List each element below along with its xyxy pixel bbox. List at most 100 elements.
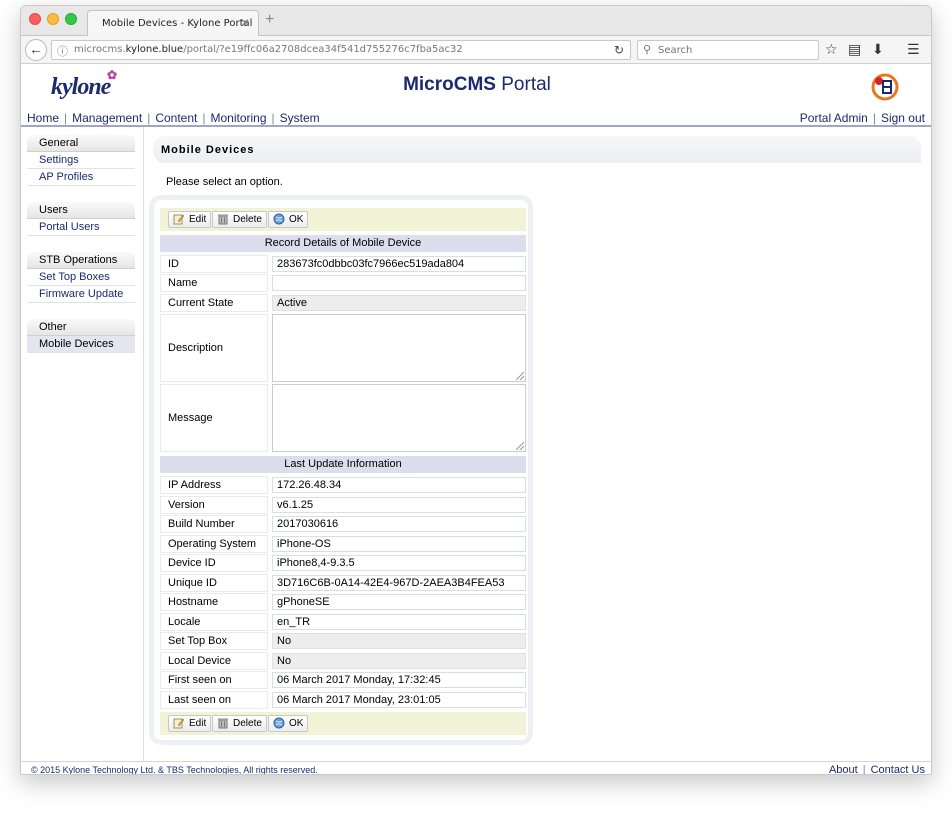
ok-button[interactable]: OK xyxy=(268,715,309,732)
field-message: Message xyxy=(160,384,526,452)
ok-button[interactable]: OK xyxy=(268,211,309,228)
delete-button[interactable]: Delete xyxy=(212,211,267,228)
tbs-logo-icon xyxy=(871,73,899,101)
new-tab-button[interactable]: + xyxy=(265,11,274,29)
menu-management[interactable]: Management xyxy=(72,111,142,125)
record-panel: Edit Delete OK Record Details of Mobile … xyxy=(149,195,533,745)
update-row: Hostname gPhoneSE xyxy=(160,593,526,611)
reading-list-icon[interactable]: ▤ xyxy=(848,41,861,58)
update-row: Operating System iPhone-OS xyxy=(160,535,526,553)
name-field[interactable] xyxy=(272,275,526,291)
field-label: Current State xyxy=(160,294,268,312)
tab-close-icon[interactable]: ✕ xyxy=(240,16,250,30)
sidebar-group-title: General xyxy=(27,135,135,152)
update-row: Set Top Box No xyxy=(160,632,526,650)
field-value[interactable]: iPhone-OS xyxy=(272,536,526,552)
sidebar-item-portal-users[interactable]: Portal Users xyxy=(27,219,135,236)
edit-button[interactable]: Edit xyxy=(168,211,212,228)
search-box[interactable]: ⚲ xyxy=(637,40,819,60)
field-value[interactable]: 3D716C6B-0A14-42E4-967D-2AEA3B4FEA53 xyxy=(272,575,526,591)
field-value[interactable]: 2017030616 xyxy=(272,516,526,532)
field-name: Name xyxy=(160,274,526,292)
field-value[interactable]: 172.26.48.34 xyxy=(272,477,526,493)
field-description: Description xyxy=(160,314,526,382)
sidebar-group-title: STB Operations xyxy=(27,252,135,269)
sidebar-item-set-top-boxes[interactable]: Set Top Boxes xyxy=(27,269,135,286)
field-label: Message xyxy=(160,384,268,452)
field-value[interactable]: 06 March 2017 Monday, 23:01:05 xyxy=(272,692,526,708)
sidebar-item-ap-profiles[interactable]: AP Profiles xyxy=(27,169,135,186)
browser-titlebar: Mobile Devices - Kylone Portal ✕ + xyxy=(21,6,931,37)
sidebar-group-stb-operations: STB Operations Set Top Boxes Firmware Up… xyxy=(27,252,135,303)
menu-home[interactable]: Home xyxy=(27,111,59,125)
edit-button-label: Edit xyxy=(189,718,207,729)
sidebar-group-title: Users xyxy=(27,202,135,219)
sidebar: General Settings AP Profiles Users Porta… xyxy=(27,135,135,369)
update-row: Version v6.1.25 xyxy=(160,496,526,514)
update-row: Unique ID 3D716C6B-0A14-42E4-967D-2AEA3B4… xyxy=(160,574,526,592)
update-row: Last seen on 06 March 2017 Monday, 23:01:… xyxy=(160,691,526,709)
field-label: Build Number xyxy=(160,515,268,533)
main-menu-right: Portal Admin | Sign out xyxy=(799,111,925,125)
id-field[interactable]: 283673fc0dbbc03fc7966ec519ada804 xyxy=(272,256,526,272)
resize-grip-icon[interactable] xyxy=(516,442,524,450)
bookmark-star-icon[interactable]: ☆ xyxy=(825,41,838,58)
resize-grip-icon[interactable] xyxy=(516,372,524,380)
zoom-window-button[interactable] xyxy=(65,13,77,25)
url-text[interactable]: microcms.kylone.blue/portal/?e19ffc06a27… xyxy=(74,44,463,55)
field-label: Locale xyxy=(160,613,268,631)
search-input[interactable] xyxy=(658,43,808,57)
field-label: Description xyxy=(160,314,268,382)
reload-icon[interactable]: ↻ xyxy=(614,43,624,57)
field-value[interactable]: en_TR xyxy=(272,614,526,630)
update-row: Local Device No xyxy=(160,652,526,670)
ok-button-label: OK xyxy=(289,718,304,729)
field-value: No xyxy=(272,653,526,669)
globe-icon xyxy=(273,213,285,225)
menu-monitoring[interactable]: Monitoring xyxy=(210,111,266,125)
field-current-state: Current State Active xyxy=(160,294,526,312)
ok-button-label: OK xyxy=(289,214,304,225)
contact-link[interactable]: Contact Us xyxy=(871,764,925,774)
update-row: Device ID iPhone8,4-9.3.5 xyxy=(160,554,526,572)
browser-tab[interactable]: Mobile Devices - Kylone Portal ✕ xyxy=(87,10,259,37)
sidebar-item-mobile-devices[interactable]: Mobile Devices xyxy=(27,336,135,353)
message-textarea[interactable] xyxy=(272,384,526,452)
portal-footer: © 2015 Kylone Technology Ltd. & TBS Tech… xyxy=(21,761,931,775)
delete-button[interactable]: Delete xyxy=(212,715,267,732)
select-option-message: Please select an option. xyxy=(166,176,283,188)
menu-content[interactable]: Content xyxy=(155,111,197,125)
field-value[interactable]: gPhoneSE xyxy=(272,594,526,610)
footer-links: About | Contact Us xyxy=(828,764,925,775)
field-value[interactable]: 06 March 2017 Monday, 17:32:45 xyxy=(272,672,526,688)
menu-hamburger-icon[interactable]: ☰ xyxy=(907,41,920,58)
sidebar-divider xyxy=(143,127,144,767)
field-label: Hostname xyxy=(160,593,268,611)
download-icon[interactable]: ⬇ xyxy=(872,41,884,58)
sidebar-group-title: Other xyxy=(27,319,135,336)
field-value[interactable]: v6.1.25 xyxy=(272,497,526,513)
field-label: Set Top Box xyxy=(160,632,268,650)
minimize-window-button[interactable] xyxy=(47,13,59,25)
update-row: IP Address 172.26.48.34 xyxy=(160,476,526,494)
menu-portal-admin[interactable]: Portal Admin xyxy=(800,111,868,125)
close-window-button[interactable] xyxy=(29,13,41,25)
about-link[interactable]: About xyxy=(829,764,858,774)
back-button[interactable]: ← xyxy=(25,39,47,61)
edit-button[interactable]: Edit xyxy=(168,715,212,732)
sidebar-group-users: Users Portal Users xyxy=(27,202,135,236)
info-icon[interactable]: ⓘ xyxy=(57,43,68,59)
address-bar[interactable]: ⓘ microcms.kylone.blue/portal/?e19ffc06a… xyxy=(51,40,631,60)
sidebar-item-settings[interactable]: Settings xyxy=(27,152,135,169)
field-label: IP Address xyxy=(160,476,268,494)
description-textarea[interactable] xyxy=(272,314,526,382)
menu-system[interactable]: System xyxy=(280,111,320,125)
main-menu-left: Home | Management | Content | Monitoring | Syste… xyxy=(27,111,320,125)
portal-page: kylone ✿ MicroCMS Portal Home | Management… xyxy=(21,64,931,775)
sidebar-item-firmware-update[interactable]: Firmware Update xyxy=(27,286,135,303)
field-label: Operating System xyxy=(160,535,268,553)
edit-button-label: Edit xyxy=(189,214,207,225)
field-value[interactable]: iPhone8,4-9.3.5 xyxy=(272,555,526,571)
menu-sign-out[interactable]: Sign out xyxy=(881,111,925,125)
portal-title: MicroCMS Portal xyxy=(403,74,551,95)
